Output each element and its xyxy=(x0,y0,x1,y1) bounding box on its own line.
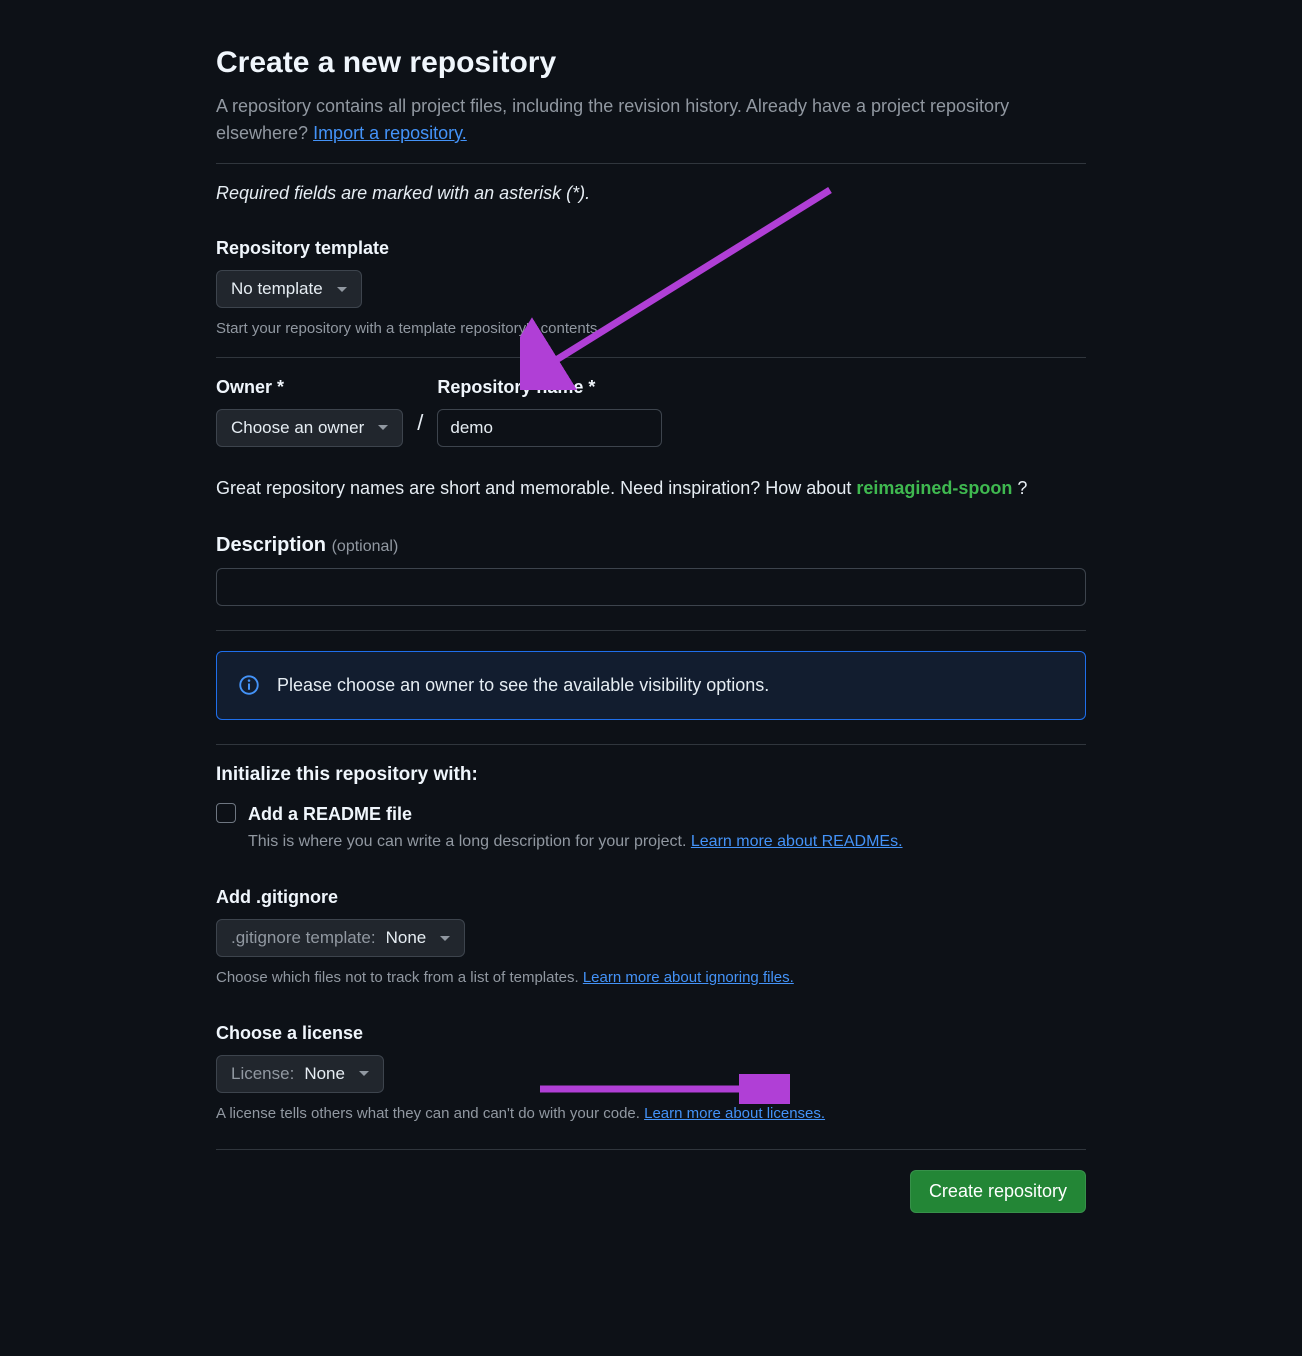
create-repository-button[interactable]: Create repository xyxy=(910,1170,1086,1213)
template-value: No template xyxy=(231,279,323,299)
template-dropdown[interactable]: No template xyxy=(216,270,362,308)
license-help-text: A license tells others what they can and… xyxy=(216,1105,644,1122)
caret-down-icon xyxy=(337,287,347,292)
gitignore-dropdown[interactable]: .gitignore template: None xyxy=(216,919,465,957)
readme-checkbox[interactable] xyxy=(216,803,236,823)
repo-name-input[interactable] xyxy=(437,409,662,447)
license-help: A license tells others what they can and… xyxy=(216,1103,1086,1126)
info-icon xyxy=(239,675,259,695)
gitignore-learn-more-link[interactable]: Learn more about ignoring files. xyxy=(583,969,794,986)
owner-dropdown[interactable]: Choose an owner xyxy=(216,409,403,447)
caret-down-icon xyxy=(440,936,450,941)
readme-label: Add a README file xyxy=(248,801,903,828)
template-help: Start your repository with a template re… xyxy=(216,318,1086,341)
page-subtitle: A repository contains all project files,… xyxy=(216,93,1086,147)
readme-description: This is where you can write a long descr… xyxy=(248,830,903,854)
gitignore-label: Add .gitignore xyxy=(216,884,1086,911)
required-fields-note: Required fields are marked with an aster… xyxy=(216,180,1086,207)
description-input[interactable] xyxy=(216,568,1086,606)
divider xyxy=(216,163,1086,164)
inspiration-pre: Great repository names are short and mem… xyxy=(216,478,856,498)
divider xyxy=(216,1149,1086,1150)
optional-indicator: (optional) xyxy=(332,538,399,555)
license-dropdown[interactable]: License: None xyxy=(216,1055,384,1093)
license-label: Choose a license xyxy=(216,1020,1086,1047)
description-label: Description (optional) xyxy=(216,530,1086,560)
divider xyxy=(216,630,1086,631)
caret-down-icon xyxy=(378,425,388,430)
initialize-heading: Initialize this repository with: xyxy=(216,761,1086,790)
owner-value: Choose an owner xyxy=(231,418,364,438)
repo-name-label: Repository name * xyxy=(437,374,662,401)
gitignore-value: None xyxy=(386,928,427,948)
readme-desc-text: This is where you can write a long descr… xyxy=(248,833,691,850)
divider xyxy=(216,744,1086,745)
name-inspiration-text: Great repository names are short and mem… xyxy=(216,475,1086,502)
inspiration-post: ? xyxy=(1012,478,1027,498)
visibility-info-box: Please choose an owner to see the availa… xyxy=(216,651,1086,720)
template-label: Repository template xyxy=(216,235,1086,262)
gitignore-help: Choose which files not to track from a l… xyxy=(216,967,1086,990)
suggested-name[interactable]: reimagined-spoon xyxy=(856,478,1012,498)
owner-name-separator: / xyxy=(417,406,423,447)
gitignore-help-text: Choose which files not to track from a l… xyxy=(216,969,583,986)
readme-learn-more-link[interactable]: Learn more about READMEs. xyxy=(691,833,903,850)
import-repository-link[interactable]: Import a repository. xyxy=(313,123,467,143)
license-learn-more-link[interactable]: Learn more about licenses. xyxy=(644,1105,825,1122)
caret-down-icon xyxy=(359,1071,369,1076)
page-title: Create a new repository xyxy=(216,40,1086,85)
divider xyxy=(216,357,1086,358)
gitignore-prefix: .gitignore template: xyxy=(231,928,376,948)
license-prefix: License: xyxy=(231,1064,294,1084)
owner-label: Owner * xyxy=(216,374,403,401)
visibility-info-text: Please choose an owner to see the availa… xyxy=(277,672,769,699)
license-value: None xyxy=(304,1064,345,1084)
